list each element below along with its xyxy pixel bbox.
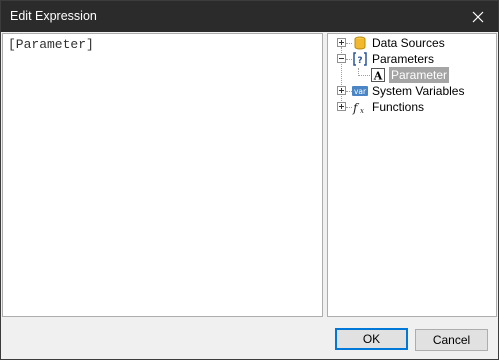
plus-icon xyxy=(339,40,344,45)
minus-icon xyxy=(339,58,344,59)
close-button[interactable] xyxy=(458,1,498,32)
title-bar: Edit Expression xyxy=(1,1,498,32)
svg-text:f: f xyxy=(352,101,360,115)
tree-item-label: Functions xyxy=(372,100,425,114)
expand-button[interactable] xyxy=(337,86,346,95)
expand-button[interactable] xyxy=(337,38,346,47)
close-icon xyxy=(472,11,484,22)
svg-text:x: x xyxy=(360,107,364,115)
tree-item-system-variables[interactable]: var System Variables xyxy=(328,83,496,99)
plus-icon xyxy=(339,88,344,93)
function-icon: f x xyxy=(352,101,364,115)
ok-button[interactable]: OK xyxy=(335,328,408,350)
svg-text:?: ? xyxy=(357,56,362,66)
tree-item-parameter[interactable]: A Parameter xyxy=(328,67,496,83)
expression-editor[interactable]: [Parameter] xyxy=(2,33,323,317)
expression-text: [Parameter] xyxy=(8,37,94,52)
database-icon xyxy=(354,36,366,50)
expand-button[interactable] xyxy=(337,102,346,111)
tree-item-data-sources[interactable]: Data Sources xyxy=(328,35,496,51)
edit-expression-dialog: Edit Expression [Parameter] Data Sources… xyxy=(0,0,499,360)
collapse-button[interactable] xyxy=(337,54,346,63)
tree-item-label: Parameter xyxy=(389,67,450,83)
svg-text:A: A xyxy=(373,70,383,83)
tree-item-functions[interactable]: f x Functions xyxy=(328,99,496,115)
tree-item-parameters[interactable]: ? Parameters xyxy=(328,51,496,67)
text-parameter-icon: A xyxy=(371,68,385,83)
dialog-body: [Parameter] Data Sources ? Parameters A … xyxy=(1,32,498,359)
parameters-icon: ? xyxy=(353,52,367,66)
dictionary-tree[interactable]: Data Sources ? Parameters A Parameter va… xyxy=(327,33,497,317)
plus-icon xyxy=(339,104,344,109)
tree-item-label: System Variables xyxy=(372,84,465,98)
tree-item-label: Data Sources xyxy=(372,36,445,50)
tree-item-label: Parameters xyxy=(372,52,435,66)
window-title: Edit Expression xyxy=(10,9,97,23)
svg-text:var: var xyxy=(354,87,367,96)
var-icon: var xyxy=(352,86,368,96)
cancel-button[interactable]: Cancel xyxy=(415,329,488,351)
